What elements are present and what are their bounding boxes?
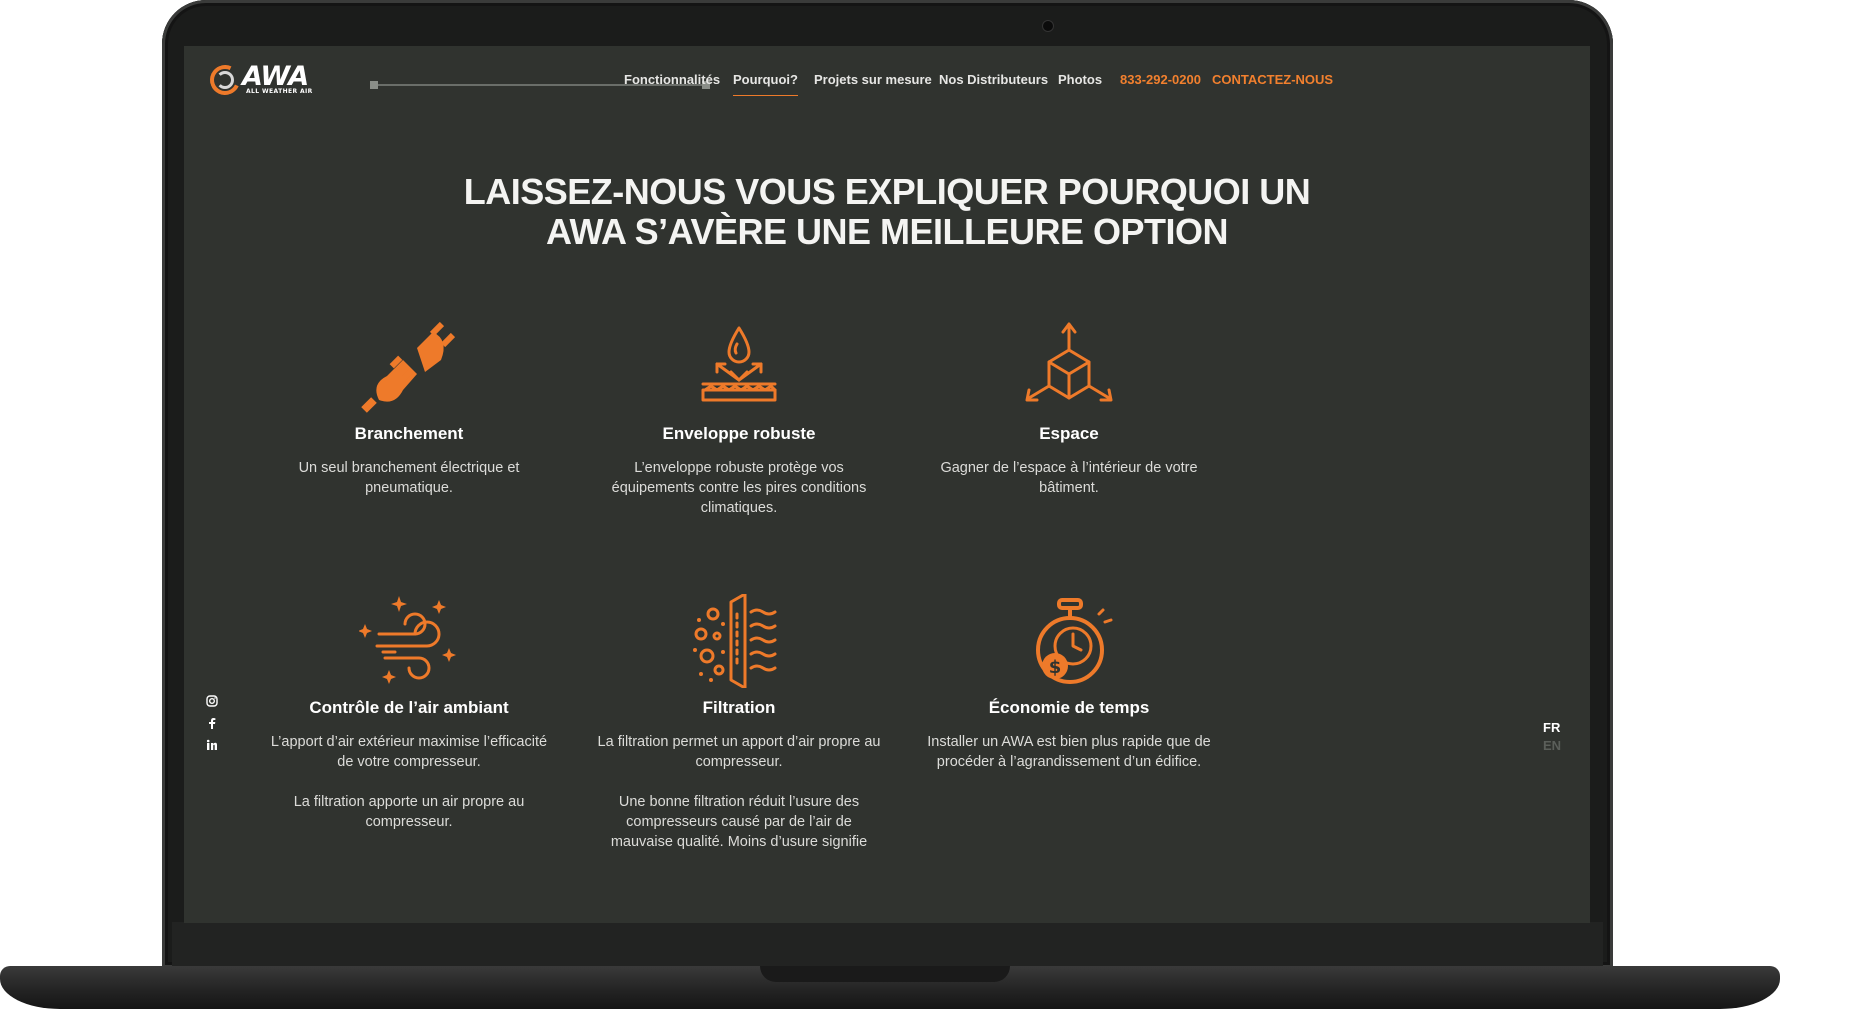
nav-item-distributeurs[interactable]: Nos Distributeurs [939,72,1048,87]
stopwatch-dollar-icon: $ [1036,598,1113,684]
water-shield-icon [701,326,777,402]
laptop-notch [760,966,1010,982]
feature-branchement: Branchement Un seul branchement électriq… [264,320,554,498]
feature-text: Un seul branchement électrique et pneuma… [298,460,520,496]
wind-icon [359,596,456,684]
headline-line-1: LAISSEZ-NOUS VOUS EXPLIQUER POURQUOI UN [463,171,1311,212]
cube-expand-icon [1025,322,1113,402]
feature-title: Espace [1039,424,1099,443]
feature-title: Branchement [354,424,464,443]
feature-economie-temps: $ Économie de temps Installer un AWA est… [924,594,1214,772]
feature-title: Enveloppe robuste [662,424,816,443]
feature-title: Économie de temps [988,698,1150,717]
contact-link[interactable]: CONTACTEZ-NOUS [1212,72,1333,87]
headline-line-2: AWA S’AVÈRE UNE MEILLEURE OPTION [545,211,1229,252]
linkedin-icon[interactable] [206,739,218,751]
nav-item-photos[interactable]: Photos [1058,72,1102,87]
logo-subtitle: ALL WEATHER AIR [246,88,313,95]
feature-text-2: La filtration apporte un air propre au c… [293,794,525,830]
slider-start-handle[interactable] [370,81,378,89]
feature-title: Filtration [702,698,776,717]
filter-icon [693,594,777,688]
nav-item-pourquoi[interactable]: Pourquoi? [733,72,798,96]
instagram-icon[interactable] [206,695,218,707]
logo-swirl-inner-icon [216,71,234,89]
feature-text: La filtration permet un apport d’air pro… [597,734,881,770]
awa-logo[interactable]: AWA ALL WEATHER AIR [205,60,335,100]
language-en[interactable]: EN [1543,738,1561,753]
plug-icon [361,321,456,413]
feature-controle-air: Contrôle de l’air ambiant L’apport d’air… [264,594,554,832]
feature-filtration: Filtration La filtration permet un appor… [594,594,884,852]
facebook-icon[interactable] [206,717,218,729]
feature-text: Installer un AWA est bien plus rapide qu… [927,734,1211,770]
page-headline: LAISSEZ-NOUS VOUS EXPLIQUER POURQUOI UN … [184,172,1590,252]
phone-link[interactable]: 833-292-0200 [1120,72,1201,87]
feature-enveloppe: Enveloppe robuste L’enveloppe robuste pr… [594,320,884,518]
laptop-chin [172,922,1603,966]
feature-title: Contrôle de l’air ambiant [309,698,509,717]
nav-item-projets[interactable]: Projets sur mesure [814,72,932,87]
bottom-fade [184,904,1590,923]
website-screen: AWA ALL WEATHER AIR Fonctionnalités Pour… [184,46,1590,923]
feature-text-2: Une bonne filtration réduit l’usure des … [610,794,868,850]
camera-icon [1042,20,1054,32]
svg-text:$: $ [1049,657,1062,678]
feature-text: L’enveloppe robuste protège vos équipeme… [611,460,867,516]
nav-item-fonctionnalites[interactable]: Fonctionnalités [624,72,720,87]
feature-espace: Espace Gagner de l’espace à l’intérieur … [924,320,1214,498]
language-fr[interactable]: FR [1543,720,1560,735]
feature-text: Gagner de l’espace à l’intérieur de votr… [940,460,1198,496]
top-navigation: AWA ALL WEATHER AIR Fonctionnalités Pour… [184,46,1590,126]
feature-text: L’apport d’air extérieur maximise l’effi… [270,734,548,770]
